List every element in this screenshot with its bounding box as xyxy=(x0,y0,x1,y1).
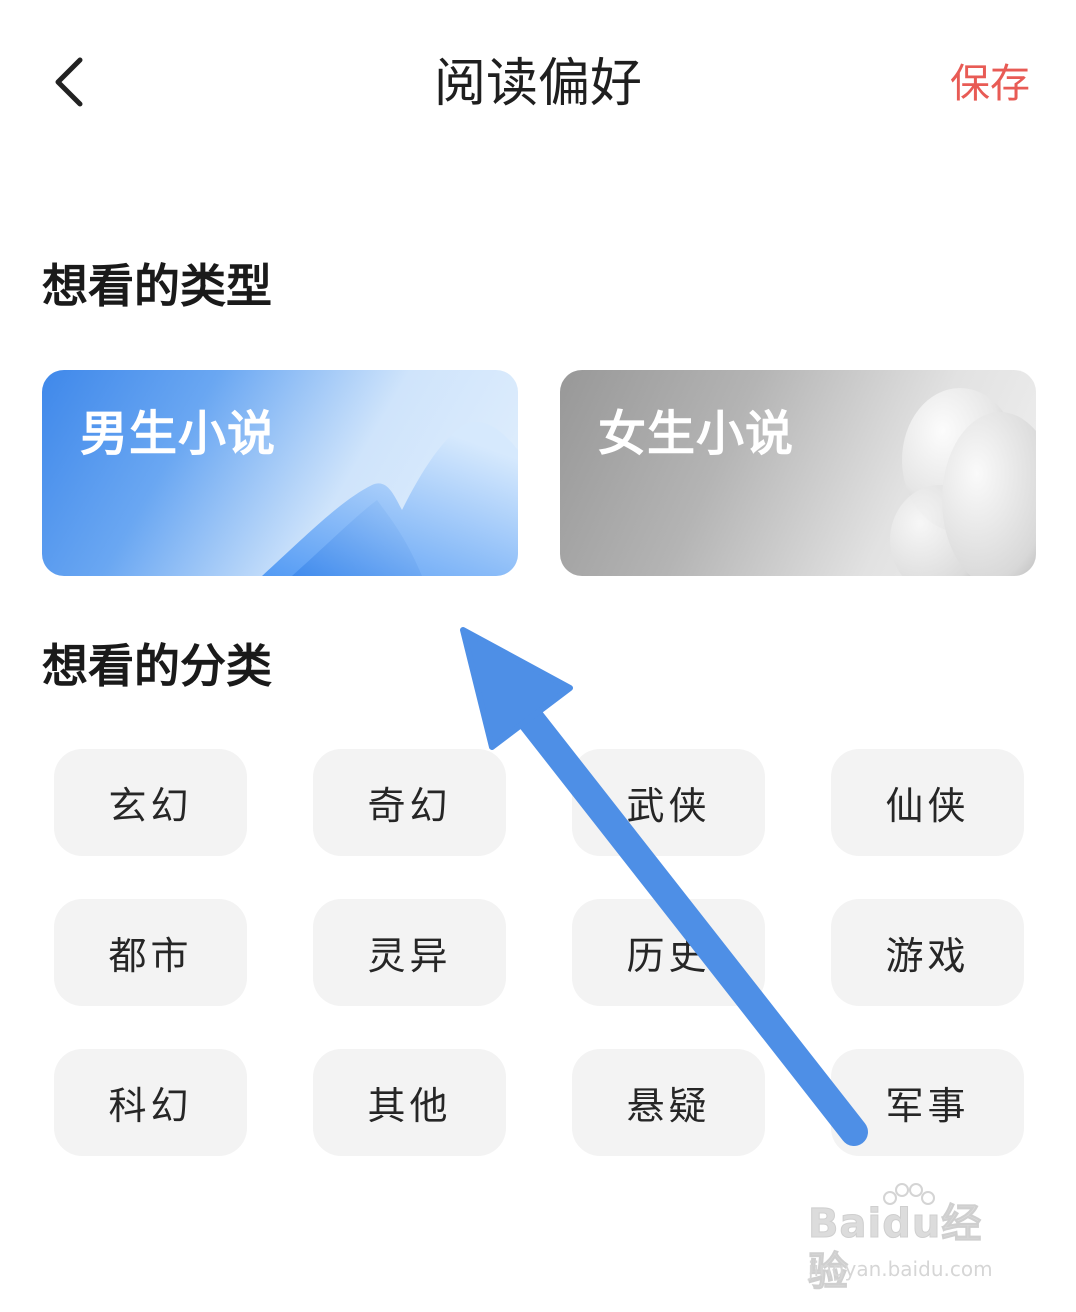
watermark-url: jingyan.baidu.com xyxy=(808,1257,993,1281)
top-bar: 阅读偏好 保存 xyxy=(0,0,1076,170)
mountain-decoration xyxy=(262,421,518,576)
category-chip[interactable]: 游戏 xyxy=(831,899,1024,1006)
category-chip[interactable]: 仙侠 xyxy=(831,749,1024,856)
category-chip[interactable]: 玄幻 xyxy=(54,749,247,856)
category-chip[interactable]: 灵异 xyxy=(313,899,506,1006)
type-card-label: 男生小说 xyxy=(80,406,277,462)
petal-decoration xyxy=(890,388,1036,576)
section-title-categories: 想看的分类 xyxy=(42,639,272,693)
category-chip[interactable]: 都市 xyxy=(54,899,247,1006)
category-chip[interactable]: 奇幻 xyxy=(313,749,506,856)
category-chip[interactable]: 科幻 xyxy=(54,1049,247,1156)
page-title: 阅读偏好 xyxy=(433,54,642,114)
type-card-label: 女生小说 xyxy=(598,406,795,462)
watermark: Baidu经验 jingyan.baidu.com xyxy=(808,1183,1018,1296)
save-button[interactable]: 保存 xyxy=(950,56,1030,112)
category-chip[interactable]: 武侠 xyxy=(572,749,765,856)
category-chip[interactable]: 历史 xyxy=(572,899,765,1006)
type-card-male[interactable]: 男生小说 xyxy=(42,370,518,576)
category-chip[interactable]: 悬疑 xyxy=(572,1049,765,1156)
category-chip[interactable]: 军事 xyxy=(831,1049,1024,1156)
category-chip[interactable]: 其他 xyxy=(313,1049,506,1156)
type-card-female[interactable]: 女生小说 xyxy=(560,370,1036,576)
section-title-types: 想看的类型 xyxy=(42,259,272,313)
